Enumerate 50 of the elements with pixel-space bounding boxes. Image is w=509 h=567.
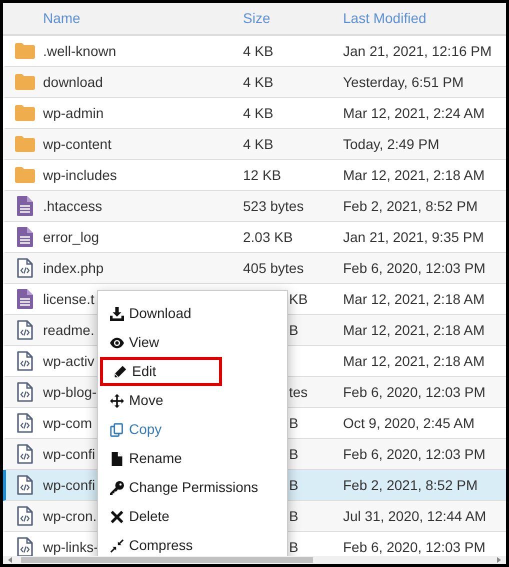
file-name: readme.: [43, 320, 94, 340]
file-size: 4 KB: [243, 104, 274, 122]
modified-date: Feb 6, 2020, 12:03 PM: [343, 258, 486, 278]
file-size: KB: [289, 290, 308, 308]
file-size: 4 KB: [243, 42, 274, 60]
modified-date: Feb 2, 2021, 8:52 PM: [343, 476, 478, 494]
file-name: wp-activ: [43, 352, 94, 371]
file-name: wp-admin: [43, 104, 104, 123]
modified-date: Jan 21, 2021, 9:35 PM: [343, 228, 484, 246]
file-size: 523 bytes: [243, 196, 304, 216]
file-name: .htaccess: [43, 196, 102, 216]
modified-date: Jul 31, 2020, 12:44 AM: [343, 506, 486, 526]
file-name: wp-links-: [43, 538, 98, 557]
file-name: wp-confi: [43, 476, 96, 495]
file-size: B: [289, 506, 298, 526]
file-size: B: [289, 538, 298, 556]
file-size: 2.03 KB: [243, 228, 293, 246]
modified-date: Jan 21, 2021, 12:16 PM: [343, 42, 492, 60]
file-name: wp-confi: [43, 444, 96, 464]
modified-date: Yesterday, 6:51 PM: [343, 72, 464, 92]
modified-date: Mar 12, 2021, 2:18 AM: [343, 290, 485, 308]
file-name: wp-com: [43, 414, 92, 433]
modified-date: Feb 6, 2020, 12:03 PM: [343, 538, 486, 556]
modified-date: Mar 12, 2021, 2:18 AM: [343, 352, 485, 370]
file-name: download: [43, 72, 103, 92]
file-size: tes: [289, 382, 308, 402]
modified-date: Oct 9, 2020, 2:45 AM: [343, 414, 475, 432]
modified-date: Feb 2, 2021, 8:52 PM: [343, 196, 478, 216]
file-name: .well-known: [43, 42, 116, 60]
file-name: wp-cron.: [43, 506, 97, 526]
modified-date: Mar 12, 2021, 2:24 AM: [343, 104, 485, 122]
modified-date: Today, 2:49 PM: [343, 134, 440, 154]
file-name: error_log: [43, 228, 100, 247]
file-name: wp-includes: [43, 166, 117, 185]
file-size: 4 KB: [243, 134, 274, 154]
file-size: 12 KB: [243, 166, 282, 184]
file-size: 4 KB: [243, 72, 274, 92]
file-size: 405 bytes: [243, 258, 304, 278]
file-name: wp-content: [43, 134, 112, 154]
file-size: B: [289, 444, 298, 464]
file-size: B: [289, 414, 298, 432]
file-name: wp-blog-: [43, 382, 97, 402]
file-size: B: [289, 476, 298, 494]
file-name: license.t: [43, 290, 94, 308]
modified-date: Mar 12, 2021, 2:18 AM: [343, 166, 485, 184]
file-name: index.php: [43, 258, 104, 278]
modified-date: Feb 6, 2020, 12:03 PM: [343, 382, 486, 402]
modified-date: Mar 12, 2021, 2:18 AM: [343, 320, 485, 340]
modified-date: Feb 6, 2020, 12:03 PM: [343, 444, 486, 464]
file-size: B: [289, 320, 298, 340]
